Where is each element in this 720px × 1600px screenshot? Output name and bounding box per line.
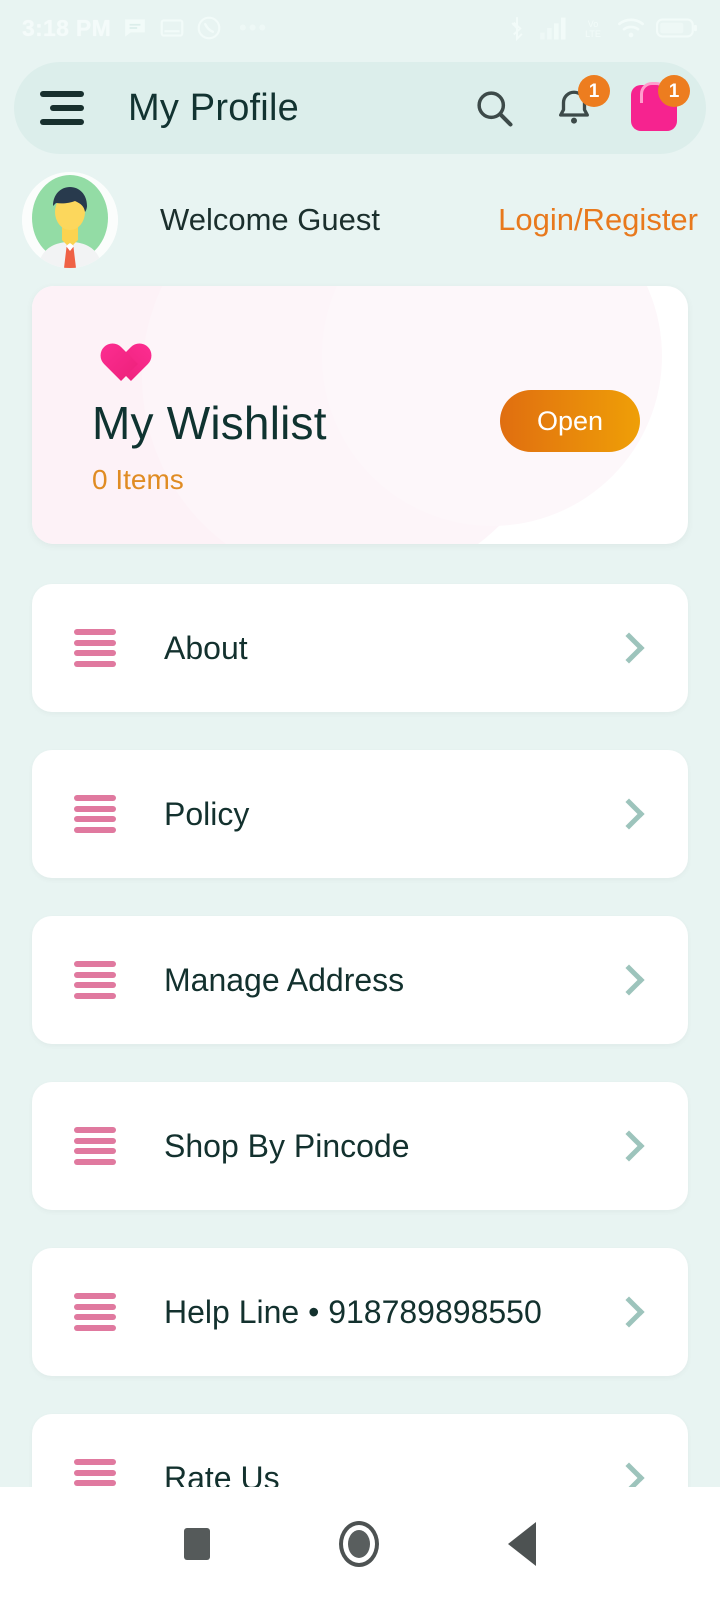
signal-icon <box>540 17 566 40</box>
line <box>74 1314 116 1321</box>
recents-button-icon[interactable] <box>184 1527 211 1560</box>
menu-item-manage-address[interactable]: Manage Address <box>32 916 688 1044</box>
notification-badge: 1 <box>578 75 610 107</box>
status-bar-right: Vo LTE <box>506 15 698 41</box>
cart-button[interactable]: 1 <box>630 75 690 132</box>
line <box>74 1469 116 1476</box>
battery-icon <box>656 18 697 38</box>
line <box>74 1480 116 1487</box>
line <box>74 826 116 833</box>
line <box>74 1324 116 1331</box>
heart-icon <box>92 328 136 368</box>
chevron-right-icon <box>613 1296 645 1328</box>
wifi-icon <box>617 18 645 38</box>
menu-item-label: Policy <box>164 795 250 832</box>
menu-item-label: About <box>164 629 248 666</box>
hamburger-line-2 <box>50 105 84 111</box>
list-lines-icon <box>74 961 116 999</box>
line <box>74 639 116 646</box>
wishlist-card[interactable]: My Wishlist 0 Items Open <box>32 286 688 544</box>
chevron-right-icon <box>613 632 645 664</box>
line <box>74 1293 116 1299</box>
chevron-right-icon <box>613 1130 645 1162</box>
cart-badge: 1 <box>658 75 690 107</box>
profile-menu-list: About Policy Manage Address Shop By Pinc… <box>0 584 720 1487</box>
line <box>74 1459 116 1465</box>
welcome-greeting: Welcome Guest <box>160 202 380 237</box>
avatar[interactable] <box>22 172 118 268</box>
avatar-illustration <box>22 172 118 268</box>
hamburger-menu-icon[interactable] <box>40 91 86 125</box>
list-lines-icon <box>74 1127 116 1165</box>
search-icon <box>477 91 513 127</box>
app-bar-actions: 1 1 <box>470 75 690 132</box>
page-title: My Profile <box>128 86 299 129</box>
svg-text:LTE: LTE <box>585 29 601 39</box>
menu-item-help-line[interactable]: Help Line • 918789898550 <box>32 1248 688 1376</box>
line <box>74 961 116 967</box>
list-lines-icon <box>74 795 116 833</box>
line <box>74 1148 116 1155</box>
app-content: 3:18 PM ••• Vo LTE My Profile 1 1 Welcom… <box>0 0 720 1487</box>
message-icon <box>125 19 145 37</box>
list-lines-icon <box>74 1293 116 1331</box>
bluetooth-icon <box>511 17 523 41</box>
missed-call-icon <box>197 16 221 40</box>
menu-item-label: Rate Us <box>164 1459 280 1488</box>
menu-item-label: Help Line • 918789898550 <box>164 1293 542 1330</box>
menu-item-policy[interactable]: Policy <box>32 750 688 878</box>
line <box>74 650 116 657</box>
chevron-right-icon <box>613 798 645 830</box>
line <box>74 971 116 978</box>
app-bar: My Profile 1 1 <box>14 62 706 154</box>
line <box>74 1137 116 1144</box>
status-time: 3:18 PM <box>22 14 112 41</box>
menu-item-label: Shop By Pincode <box>164 1127 410 1164</box>
chevron-right-icon <box>613 1462 645 1487</box>
svg-text:Vo: Vo <box>588 19 599 29</box>
list-lines-icon <box>74 1459 116 1487</box>
login-register-link[interactable]: Login/Register <box>498 202 698 238</box>
menu-item-shop-by-pincode[interactable]: Shop By Pincode <box>32 1082 688 1210</box>
status-bar-left: 3:18 PM ••• <box>22 15 268 42</box>
line <box>74 629 116 635</box>
hamburger-line-1 <box>40 91 84 97</box>
line <box>74 795 116 801</box>
back-button-icon[interactable] <box>507 1521 536 1566</box>
home-button-icon[interactable] <box>338 1520 379 1567</box>
line <box>74 992 116 999</box>
status-bar: 3:18 PM ••• Vo LTE <box>0 0 720 56</box>
menu-item-label: Manage Address <box>164 961 405 998</box>
hamburger-line-3 <box>40 119 84 125</box>
system-navigation-bar <box>0 1487 720 1600</box>
welcome-row: Welcome Guest Login/Register <box>0 154 720 270</box>
line <box>74 1303 116 1310</box>
menu-item-about[interactable]: About <box>32 584 688 712</box>
notifications-button[interactable]: 1 <box>550 75 610 132</box>
menu-item-rate-us[interactable]: Rate Us <box>32 1414 688 1487</box>
list-lines-icon <box>74 629 116 667</box>
line <box>74 805 116 812</box>
line <box>74 660 116 667</box>
line <box>74 1158 116 1165</box>
wishlist-item-count: 0 Items <box>92 464 184 495</box>
line <box>74 1127 116 1133</box>
mail-icon <box>160 19 184 37</box>
search-button[interactable] <box>470 84 518 132</box>
volte-icon: Vo LTE <box>585 19 601 39</box>
line <box>74 816 116 823</box>
chevron-right-icon <box>613 964 645 996</box>
wishlist-open-button[interactable]: Open <box>500 390 640 452</box>
line <box>74 982 116 989</box>
more-dots-icon: ••• <box>239 15 269 40</box>
